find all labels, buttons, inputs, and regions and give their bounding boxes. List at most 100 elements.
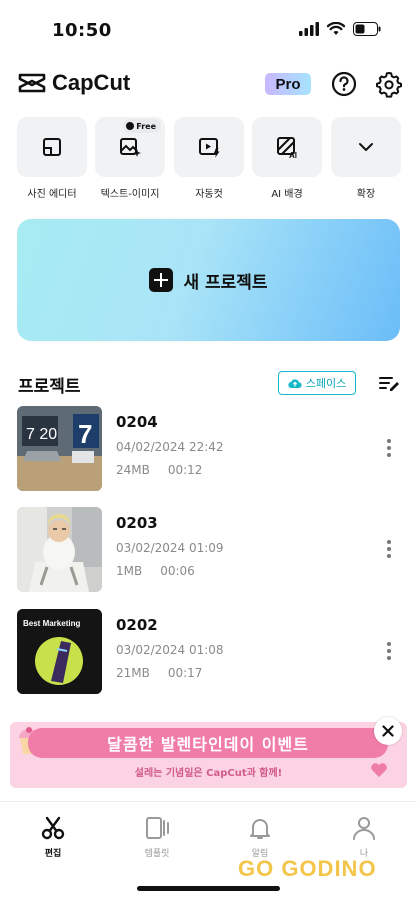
image-sparkle-icon [120,138,141,157]
app-header: CapCut Pro [0,64,417,104]
tool-tile[interactable] [17,117,87,177]
tool-tile[interactable] [174,117,244,177]
tool-text-to-image[interactable]: Free 텍스트-이미지 [95,117,165,200]
projects-header: 프로젝트 스페이스 [0,367,417,399]
project-duration: 00:17 [167,666,203,680]
wifi-icon [327,22,345,35]
chevron-down-icon [359,143,373,151]
space-button-label: 스페이스 [305,377,347,390]
svg-text:7 20: 7 20 [26,426,57,443]
project-thumbnail[interactable]: Best Marketing [17,609,102,694]
project-size: 21MB [116,666,150,680]
profile-icon [353,817,375,840]
space-button[interactable]: 스페이스 [278,371,356,395]
status-bar: 10:50 [0,0,417,56]
heart-icon [371,763,387,777]
project-date: 03/02/2024 01:08 [116,643,224,657]
tool-label: 확장 [356,189,376,200]
gear-icon [376,72,402,98]
battery-icon [353,22,381,36]
status-time: 10:50 [52,20,112,41]
project-meta: 1MB 00:06 [116,564,195,578]
project-item[interactable]: 0203 03/02/2024 01:09 1MB 00:06 [0,507,417,593]
tool-expand[interactable]: 확장 [331,117,401,200]
tab-notifications[interactable]: 알림 [230,814,290,859]
svg-text:AI: AI [289,151,297,159]
ai-background-icon: AI [277,137,297,159]
template-icon [146,817,169,839]
event-banner[interactable]: 달콤한 발렌타인데이 이벤트 설레는 기념일은 CapCut과 함께! [10,722,407,788]
project-name: 0202 [116,616,158,634]
tool-label: AI 배경 [271,189,303,200]
project-duration: 00:12 [167,463,203,477]
project-meta: 21MB 00:17 [116,666,202,680]
bell-icon [250,819,270,839]
tool-photo-editor[interactable]: 사진 에디터 [17,117,87,200]
banner-title-pill: 달콤한 발렌타인데이 이벤트 [28,728,388,758]
thumbnail-caption: Best Marketing [23,619,81,628]
settings-button[interactable] [375,70,403,98]
more-vertical-icon [387,642,391,660]
help-button[interactable] [330,70,358,98]
more-vertical-icon [387,540,391,558]
project-size: 1MB [116,564,143,578]
new-project-button[interactable]: 새 프로젝트 [17,219,400,341]
tool-auto-cut[interactable]: 자동컷 [174,117,244,200]
tool-tile[interactable] [331,117,401,177]
home-indicator [137,886,280,891]
tool-ai-background[interactable]: AI AI 배경 [252,117,322,200]
scissors-icon [41,816,65,840]
new-project-label: 새 프로젝트 [183,272,268,293]
tab-label: 편집 [44,849,62,859]
free-badge: Free [123,119,161,133]
auto-cut-icon [199,138,220,158]
project-item[interactable]: 7 20 7 0204 04/02/2024 22:42 24MB 00:12 [0,406,417,492]
project-size: 24MB [116,463,150,477]
project-date: 04/02/2024 22:42 [116,440,224,454]
free-dot-icon [126,122,135,130]
question-circle-icon [331,71,357,97]
baby-photo-thumbnail-icon [17,507,102,592]
tool-tile[interactable]: AI [252,117,322,177]
banner-subtitle: 설레는 기념일은 CapCut과 함께! [134,768,283,779]
project-more-button[interactable] [380,436,398,460]
photo-frame-icon [43,138,61,156]
tab-me[interactable]: 나 [334,814,394,859]
list-edit-icon [379,377,399,391]
banner-title: 달콤한 발렌타인데이 이벤트 [107,735,309,754]
project-name: 0204 [116,413,158,431]
projects-title: 프로젝트 [18,377,81,397]
cellular-signal-icon [299,22,319,36]
capcut-logo-icon [18,73,46,93]
project-name: 0203 [116,514,158,532]
svg-text:7: 7 [78,419,92,449]
banner-close-button[interactable] [374,717,402,745]
plus-icon [149,268,174,292]
edit-list-button[interactable] [378,373,400,393]
tools-row: 사진 에디터 Free 텍스트-이미지 자동컷 AI AI 배경 확장 [17,117,401,201]
status-icons [299,22,381,36]
project-thumbnail[interactable]: 7 20 7 [17,406,102,491]
tool-tile[interactable]: Free [95,117,165,177]
project-thumbnail[interactable] [17,507,102,592]
more-vertical-icon [387,439,391,457]
tab-templates[interactable]: 템플릿 [127,814,187,859]
project-meta: 24MB 00:12 [116,463,202,477]
app-name: CapCut [52,70,131,95]
tab-edit[interactable]: 편집 [23,814,83,859]
close-icon [382,725,394,737]
tool-label: 텍스트-이미지 [100,189,160,200]
pro-badge[interactable]: Pro [265,73,311,95]
tool-label: 사진 에디터 [27,189,77,200]
app-logo: CapCut [18,70,130,96]
project-date: 03/02/2024 01:09 [116,541,224,555]
free-badge-label: Free [136,121,156,131]
tool-label: 자동컷 [195,189,223,200]
cloud-upload-icon [288,378,302,388]
project-duration: 00:06 [160,564,195,578]
project-more-button[interactable] [380,639,398,663]
project-item[interactable]: Best Marketing 0202 03/02/2024 01:08 21M… [0,609,417,695]
watermark: GO GODINO [238,856,377,881]
tab-label: 템플릿 [144,849,170,859]
project-more-button[interactable] [380,537,398,561]
